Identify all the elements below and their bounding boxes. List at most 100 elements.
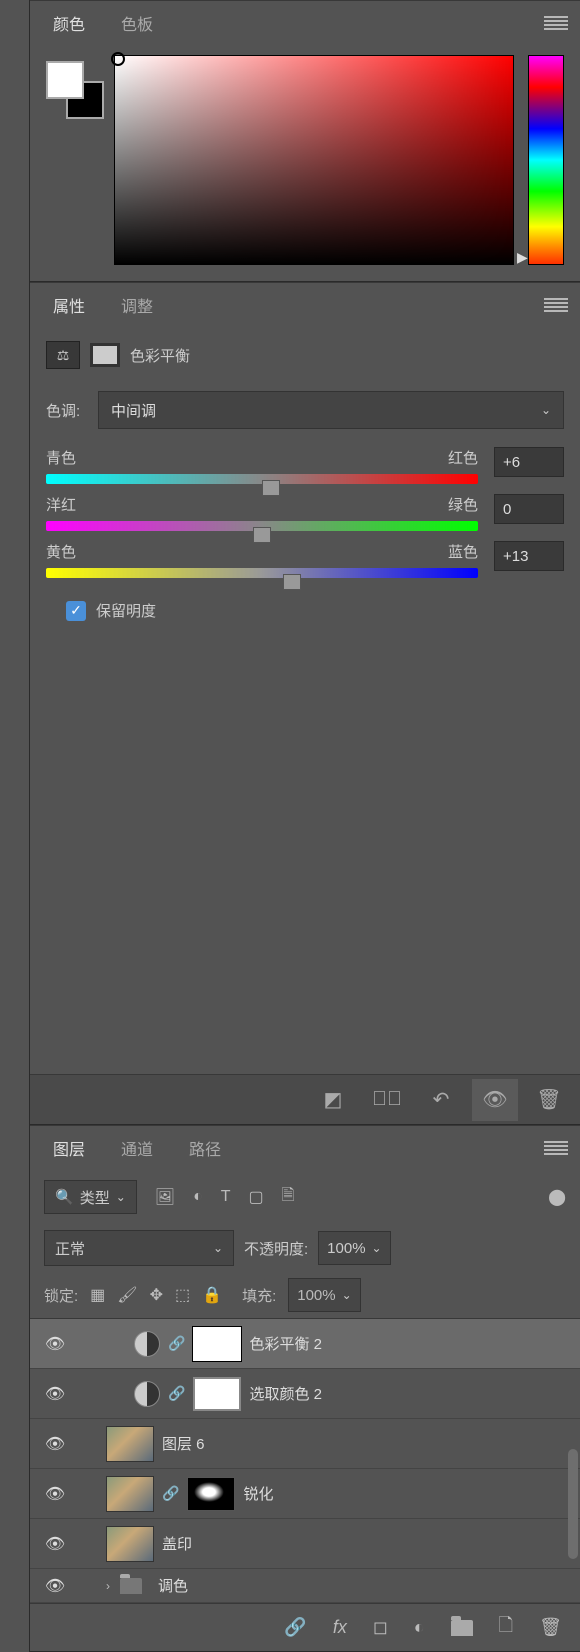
hue-strip[interactable]: ▶ [528,55,564,265]
mask-icon [90,343,120,367]
tab-properties[interactable]: 属性 [35,283,103,327]
link-layers-button[interactable]: 🔗 [284,1617,306,1638]
delete-button[interactable]: 🗑 [526,1079,572,1121]
layer-item[interactable]: 👁 🔗 选取颜色 2 [30,1369,580,1419]
filter-adjust-icon[interactable]: ◐ [193,1188,203,1206]
fill-label: 填充: [242,1285,276,1306]
tone-value: 中间调 [111,400,156,421]
adjustment-button[interactable]: ◐ [414,1617,425,1638]
mask-button[interactable]: ◻ [373,1617,388,1638]
link-icon: 🔗 [168,1385,185,1402]
properties-panel-menu[interactable] [544,283,568,327]
slider-thumb[interactable] [253,527,271,543]
chevron-down-icon: ⌄ [213,1241,223,1255]
tab-swatches[interactable]: 色板 [103,1,171,45]
lock-artboard-icon[interactable]: ⬚ [175,1285,190,1305]
layer-item[interactable]: 👁 🔗 色彩平衡 2 [30,1319,580,1369]
preserve-luminosity-checkbox[interactable]: ✓ [66,601,86,621]
cyan-red-slider[interactable] [46,474,478,484]
layer-item[interactable]: 👁 图层 6 [30,1419,580,1469]
lock-move-icon[interactable]: ✥ [150,1285,163,1305]
visibility-icon[interactable]: 👁 [40,1576,70,1596]
new-layer-button[interactable]: 🗋 [499,1613,513,1643]
filter-type-select[interactable]: 🔍 类型 ⌄ [44,1180,137,1214]
visibility-icon[interactable]: 👁 [40,1384,70,1404]
new-group-button[interactable] [451,1620,473,1636]
layer-item[interactable]: 👁 › 调色 [30,1569,580,1603]
fx-button[interactable]: fx [333,1617,347,1638]
left-toolbar [0,0,30,1652]
expand-icon[interactable]: › [106,1579,110,1593]
layer-thumbnail[interactable] [106,1476,154,1512]
yellow-blue-value[interactable]: +13 [494,541,564,571]
color-picker-cursor [111,52,125,66]
filter-toggle[interactable]: ⬤ [548,1187,566,1207]
layers-panel: 图层 通道 路径 🔍 类型 ⌄ 🖼 ◐ T ▢ 🗎 ⬤ 正常 ⌄ 不透明度: 1… [30,1125,580,1652]
filter-smart-icon[interactable]: 🗎 [282,1184,295,1211]
folder-icon [120,1578,142,1594]
layer-name[interactable]: 锐化 [243,1483,273,1504]
tone-select[interactable]: 中间调 ⌄ [98,391,564,429]
slider-thumb[interactable] [262,480,280,496]
lock-transparent-icon[interactable]: ▦ [90,1285,105,1305]
layer-name[interactable]: 图层 6 [162,1433,205,1454]
blend-mode-select[interactable]: 正常 ⌄ [44,1230,234,1266]
filter-text-icon[interactable]: T [221,1188,231,1206]
properties-panel: 属性 调整 ⚖ 色彩平衡 色调: 中间调 ⌄ 青色红色 +6 洋红绿色 [30,282,580,1125]
visibility-icon[interactable]: 👁 [40,1334,70,1354]
reset-button[interactable]: ↶ [418,1079,464,1121]
magenta-green-value[interactable]: 0 [494,494,564,524]
layer-name[interactable]: 调色 [158,1575,188,1596]
color-spectrum[interactable] [114,55,514,265]
foreground-color[interactable] [46,61,84,99]
layer-thumbnail[interactable] [106,1526,154,1562]
filter-label: 类型 [80,1187,110,1208]
opacity-label: 不透明度: [244,1238,308,1259]
visibility-icon[interactable]: 👁 [40,1484,70,1504]
opacity-input[interactable]: 100% ⌄ [318,1231,390,1265]
magenta-green-slider[interactable] [46,521,478,531]
layer-mask[interactable] [193,1377,241,1411]
visibility-icon[interactable]: 👁 [40,1534,70,1554]
slider1-left: 青色 [46,447,76,468]
chevron-down-icon: ⌄ [116,1190,126,1204]
lock-all-icon[interactable]: 🔒 [202,1285,222,1305]
tab-channels[interactable]: 通道 [103,1126,171,1170]
fill-input[interactable]: 100% ⌄ [288,1278,360,1312]
layers-panel-menu[interactable] [544,1126,568,1170]
cyan-red-value[interactable]: +6 [494,447,564,477]
tab-paths[interactable]: 路径 [171,1126,239,1170]
visibility-icon[interactable]: 👁 [40,1434,70,1454]
slider2-right: 绿色 [448,494,478,515]
layer-item[interactable]: 👁 盖印 [30,1519,580,1569]
slider-thumb[interactable] [283,574,301,590]
layer-item[interactable]: 👁 🔗 锐化 [30,1469,580,1519]
blend-mode-value: 正常 [55,1238,85,1259]
chevron-down-icon: ⌄ [372,1241,382,1255]
color-panel-menu[interactable] [544,1,568,45]
tab-adjust[interactable]: 调整 [103,283,171,327]
slider1-right: 红色 [448,447,478,468]
filter-image-icon[interactable]: 🖼 [155,1187,175,1207]
visibility-button[interactable]: 👁 [472,1079,518,1121]
layer-name[interactable]: 色彩平衡 2 [249,1333,322,1354]
adjustment-title: 色彩平衡 [130,345,190,366]
layer-name[interactable]: 选取颜色 2 [249,1383,322,1404]
yellow-blue-slider[interactable] [46,568,478,578]
delete-layer-button[interactable]: 🗑 [539,1617,562,1638]
fg-bg-swatch[interactable] [46,61,100,265]
layer-thumbnail[interactable] [106,1426,154,1462]
opacity-value: 100% [327,1240,365,1257]
clip-button[interactable]: ◩ [310,1079,356,1121]
tab-color[interactable]: 颜色 [35,1,103,45]
layer-mask[interactable] [193,1327,241,1361]
layer-mask[interactable] [187,1477,235,1511]
view-previous-button[interactable]: 👁⃠ [364,1079,410,1121]
tab-layers[interactable]: 图层 [35,1126,103,1170]
layer-name[interactable]: 盖印 [162,1533,192,1554]
filter-shape-icon[interactable]: ▢ [249,1187,264,1207]
slider3-left: 黄色 [46,541,76,562]
lock-paint-icon[interactable]: 🖌 [117,1285,137,1305]
scrollbar[interactable] [568,1449,578,1559]
layers-list: 👁 🔗 色彩平衡 2 👁 🔗 选取颜色 2 👁 图层 6 👁 🔗 [30,1318,580,1603]
